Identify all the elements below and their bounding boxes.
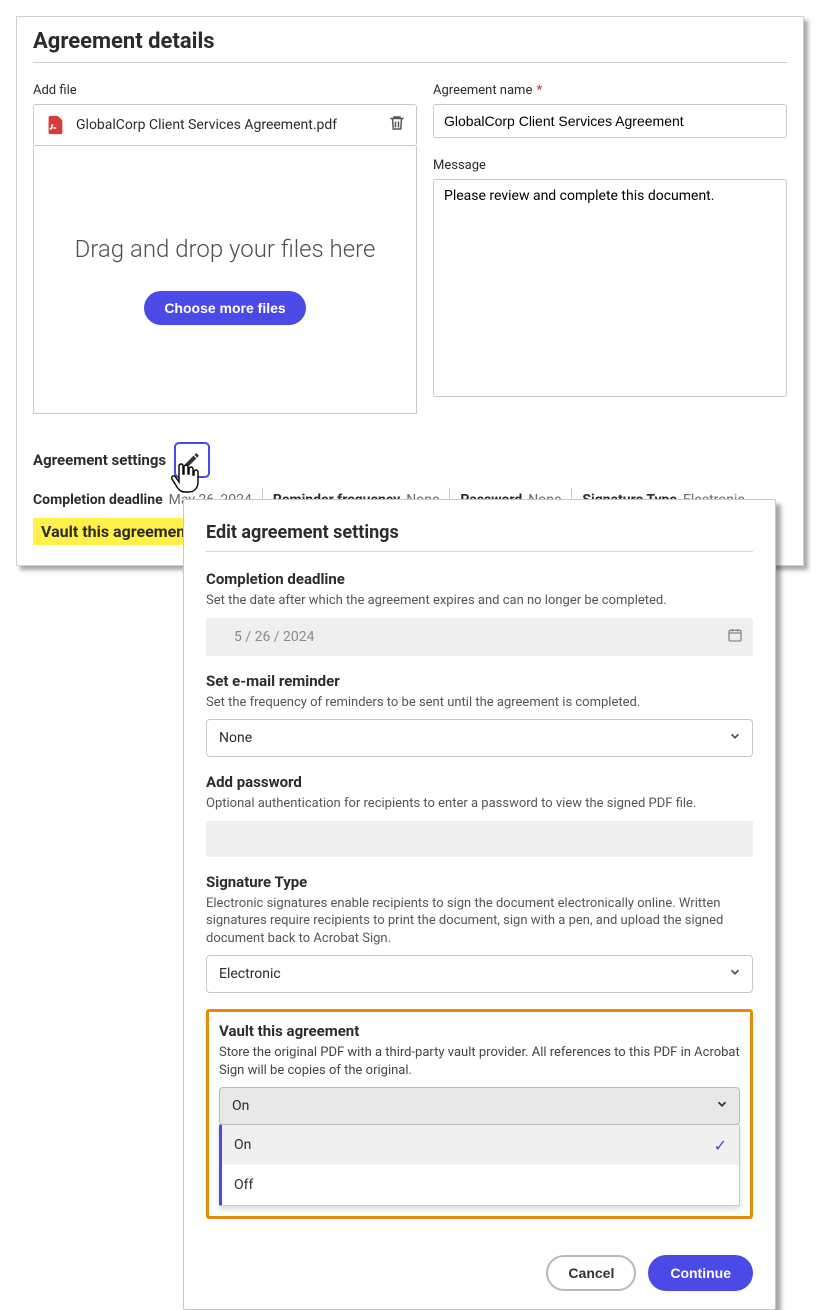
trash-icon[interactable]	[388, 114, 406, 136]
chevron-down-icon	[728, 965, 742, 983]
reminder-title: Set e-mail reminder	[206, 672, 753, 690]
signature-help: Electronic signatures enable recipients …	[206, 895, 753, 948]
deadline-title: Completion deadline	[206, 570, 753, 588]
message-textarea[interactable]	[433, 179, 787, 397]
vault-help: Store the original PDF with a third-part…	[219, 1044, 740, 1079]
check-icon: ✓	[714, 1136, 727, 1155]
vault-option-off[interactable]: Off	[222, 1165, 739, 1205]
modal-title: Edit agreement settings	[206, 522, 753, 543]
agreement-details-panel: Agreement details Add file GlobalCorp Cl…	[16, 16, 804, 566]
file-chip: GlobalCorp Client Services Agreement.pdf	[33, 104, 417, 146]
agreement-name-input[interactable]	[433, 104, 787, 138]
choose-files-button[interactable]: Choose more files	[144, 291, 305, 325]
vault-section: Vault this agreement Store the original …	[206, 1009, 753, 1219]
chevron-down-icon	[715, 1097, 729, 1115]
vault-select[interactable]: On	[219, 1087, 740, 1125]
vault-dropdown-list: On ✓ Off	[219, 1124, 740, 1206]
file-dropzone[interactable]: Drag and drop your files here Choose mor…	[33, 146, 417, 414]
file-name: GlobalCorp Client Services Agreement.pdf	[76, 117, 337, 133]
agreement-name-label: Agreement name*	[433, 83, 787, 98]
cancel-button[interactable]: Cancel	[546, 1255, 636, 1291]
signature-title: Signature Type	[206, 873, 753, 891]
dropzone-text: Drag and drop your files here	[75, 235, 376, 263]
vault-option-on[interactable]: On ✓	[222, 1125, 739, 1165]
continue-button[interactable]: Continue	[648, 1255, 753, 1291]
password-help: Optional authentication for recipients t…	[206, 795, 753, 813]
add-file-label: Add file	[33, 83, 417, 98]
required-star-icon: *	[536, 83, 542, 98]
divider	[33, 62, 787, 63]
agreement-settings-title: Agreement settings	[33, 451, 166, 469]
edit-settings-modal: Edit agreement settings Completion deadl…	[183, 499, 776, 1310]
reminder-help: Set the frequency of reminders to be sen…	[206, 694, 753, 712]
deadline-help: Set the date after which the agreement e…	[206, 592, 753, 610]
pdf-icon	[44, 114, 66, 136]
password-input[interactable]	[206, 821, 753, 857]
chevron-down-icon	[728, 729, 742, 747]
edit-settings-button[interactable]	[174, 442, 210, 478]
page-title: Agreement details	[33, 29, 787, 54]
password-title: Add password	[206, 773, 753, 791]
vault-title: Vault this agreement	[219, 1022, 740, 1040]
deadline-date-input[interactable]: 5 / 26 / 2024	[206, 618, 753, 656]
signature-select[interactable]: Electronic	[206, 955, 753, 993]
divider	[206, 551, 753, 552]
message-label: Message	[433, 158, 787, 173]
reminder-select[interactable]: None	[206, 719, 753, 757]
calendar-icon	[727, 627, 743, 647]
